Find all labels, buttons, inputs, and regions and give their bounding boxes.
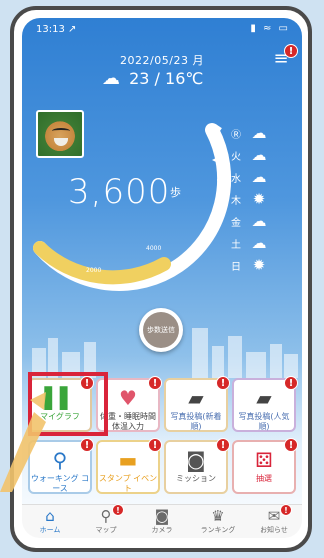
- app-screen: 13:13 ↗ ▮ ≈ ▭ ≡ ! 2022/05/23 月 ☁ 23 / 16…: [22, 18, 302, 538]
- tab-home[interactable]: ⌂ ホーム: [22, 507, 78, 537]
- send-steps-label: 歩数送信: [143, 312, 179, 348]
- forecast-row: Ⓡ ☁: [227, 122, 279, 144]
- tab-label: ランキング: [200, 526, 236, 534]
- send-steps-button[interactable]: 歩数送信: [139, 308, 183, 352]
- pointer-arrow-icon: [0, 392, 46, 492]
- gauge-label-2000: 2000: [86, 267, 101, 274]
- tab-label: お知らせ: [260, 526, 288, 534]
- tile-mission[interactable]: ◙ ミッション !: [164, 438, 230, 494]
- gift-icon: ⚄: [255, 448, 273, 472]
- forecast-day: 水: [231, 173, 241, 185]
- sun-icon: ✹: [252, 190, 266, 208]
- crown-icon: ♛: [211, 507, 225, 525]
- step-count: 3,600: [68, 172, 171, 212]
- step-unit: 歩: [170, 186, 181, 199]
- forecast-day: 木: [231, 195, 241, 207]
- avatar-eyes: [52, 128, 70, 134]
- photo-icon: ▰: [188, 386, 204, 410]
- tile-badge: !: [216, 438, 230, 452]
- tile-label: 写真投稿(新着順): [170, 412, 222, 431]
- tile-badge: !: [148, 376, 162, 390]
- tab-label: マップ: [95, 526, 117, 534]
- tile-badge: !: [284, 438, 298, 452]
- cloud-rain-icon: ☁: [251, 234, 267, 252]
- tile-badge: !: [216, 376, 230, 390]
- camera-icon: ◙: [154, 507, 170, 525]
- gauge-label-8000: 8000: [215, 178, 222, 193]
- tab-map[interactable]: ⚲ マップ !: [78, 504, 134, 537]
- forecast-row: 土 ☁: [227, 232, 279, 254]
- tab-notices[interactable]: ✉ お知らせ !: [246, 504, 302, 537]
- tab-ranking[interactable]: ♛ ランキング: [190, 507, 246, 537]
- chat-icon: ✉: [267, 507, 281, 525]
- forecast-row: 火 ☁: [227, 144, 279, 166]
- home-icon: ⌂: [45, 507, 55, 525]
- avatar-mouth: [54, 138, 68, 146]
- forecast-day: 土: [231, 239, 241, 251]
- tab-label: ホーム: [39, 526, 61, 534]
- weekly-forecast: Ⓡ ☁ 火 ☁ 水 ☁ 木 ✹ 金 ☁ 土 ☁ 日 ✹: [227, 122, 279, 276]
- tab-bar: ⌂ ホーム ⚲ マップ ! ◙ カメラ ♛ ランキング ✉ お知らせ !: [22, 504, 302, 538]
- tab-label: カメラ: [151, 526, 173, 534]
- gauge-label-4000: 4000: [146, 245, 161, 252]
- tile-photo-popular[interactable]: ▰ 写真投稿(人気順) !: [232, 376, 298, 432]
- cloud-icon: ☁: [251, 124, 267, 142]
- tile-label: ミッション: [176, 474, 216, 483]
- photo-icon: ▰: [256, 386, 272, 410]
- cloud-icon: ☁: [251, 168, 267, 186]
- cloud-icon: ☁: [251, 146, 267, 164]
- sun-icon: ✹: [252, 256, 266, 274]
- forecast-row: 金 ☁: [227, 210, 279, 232]
- tile-lottery[interactable]: ⚄ 抽選 !: [232, 438, 298, 494]
- tile-label: 写真投稿(人気順): [238, 412, 290, 431]
- tile-photo-new[interactable]: ▰ 写真投稿(新着順) !: [164, 376, 230, 432]
- step-gauge-end: [208, 124, 222, 140]
- tab-camera[interactable]: ◙ カメラ: [134, 507, 190, 537]
- forecast-row: 木 ✹: [227, 188, 279, 210]
- forecast-day: 日: [231, 261, 241, 273]
- forecast-row: 水 ☁: [227, 166, 279, 188]
- avatar[interactable]: [36, 110, 84, 158]
- tile-badge: !: [284, 376, 298, 390]
- cloud-rain-icon: ☁: [251, 212, 267, 230]
- tile-label: スタンプ イベント: [98, 474, 158, 493]
- tab-badge: !: [280, 504, 292, 516]
- forecast-day: 火: [231, 151, 241, 163]
- gauge-marker-icon: [212, 157, 218, 163]
- map-pin-icon: ⚲: [100, 507, 112, 525]
- tile-label: 抽選: [256, 474, 272, 483]
- forecast-day: 金: [231, 217, 241, 229]
- tile-stamp-event[interactable]: ▬ スタンプ イベント !: [96, 438, 162, 494]
- tile-badge: !: [148, 438, 162, 452]
- tile-badge: !: [80, 438, 94, 452]
- tab-badge: !: [112, 504, 124, 516]
- forecast-row: 日 ✹: [227, 254, 279, 276]
- stamp-icon: ▬: [118, 448, 138, 472]
- forecast-day: Ⓡ: [231, 129, 241, 141]
- mission-icon: ◙: [186, 448, 206, 472]
